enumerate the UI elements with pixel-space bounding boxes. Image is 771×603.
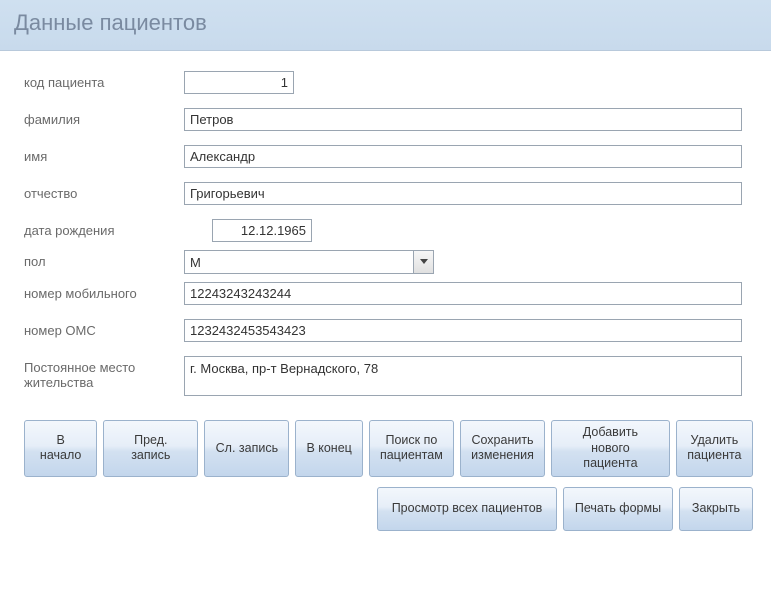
label-firstname: имя: [24, 145, 184, 164]
label-dob: дата рождения: [24, 219, 184, 238]
label-lastname: фамилия: [24, 108, 184, 127]
page-title: Данные пациентов: [14, 10, 757, 36]
label-mobile: номер мобильного: [24, 282, 184, 301]
dob-input[interactable]: [212, 219, 312, 242]
view-all-patients-button[interactable]: Просмотр всех пациентов: [377, 487, 557, 531]
gender-select[interactable]: М: [184, 250, 434, 274]
delete-patient-button[interactable]: Удалить пациента: [676, 420, 753, 477]
form-header: Данные пациентов: [0, 0, 771, 51]
first-record-button[interactable]: В начало: [24, 420, 97, 477]
add-patient-button[interactable]: Добавить нового пациента: [551, 420, 670, 477]
patient-code-input[interactable]: [184, 71, 294, 94]
oms-input[interactable]: [184, 319, 742, 342]
next-record-button[interactable]: Сл. запись: [204, 420, 289, 477]
firstname-input[interactable]: [184, 145, 742, 168]
close-button[interactable]: Закрыть: [679, 487, 753, 531]
gender-select-value: М: [185, 252, 413, 273]
label-patronymic: отчество: [24, 182, 184, 201]
mobile-input[interactable]: [184, 282, 742, 305]
save-changes-button[interactable]: Сохранить изменения: [460, 420, 545, 477]
form-body: код пациента фамилия имя отчество дата р…: [0, 51, 771, 420]
prev-record-button[interactable]: Пред. запись: [103, 420, 198, 477]
patronymic-input[interactable]: [184, 182, 742, 205]
chevron-down-icon[interactable]: [413, 251, 433, 273]
address-input[interactable]: г. Москва, пр-т Вернадского, 78: [184, 356, 742, 396]
search-patients-button[interactable]: Поиск по пациентам: [369, 420, 454, 477]
lastname-input[interactable]: [184, 108, 742, 131]
print-form-button[interactable]: Печать формы: [563, 487, 673, 531]
last-record-button[interactable]: В конец: [295, 420, 362, 477]
label-oms: номер ОМС: [24, 319, 184, 338]
label-gender: пол: [24, 250, 184, 269]
label-address: Постоянное место жительства: [24, 356, 184, 390]
button-bar: В начало Пред. запись Сл. запись В конец…: [0, 420, 771, 531]
label-patient-code: код пациента: [24, 71, 184, 90]
